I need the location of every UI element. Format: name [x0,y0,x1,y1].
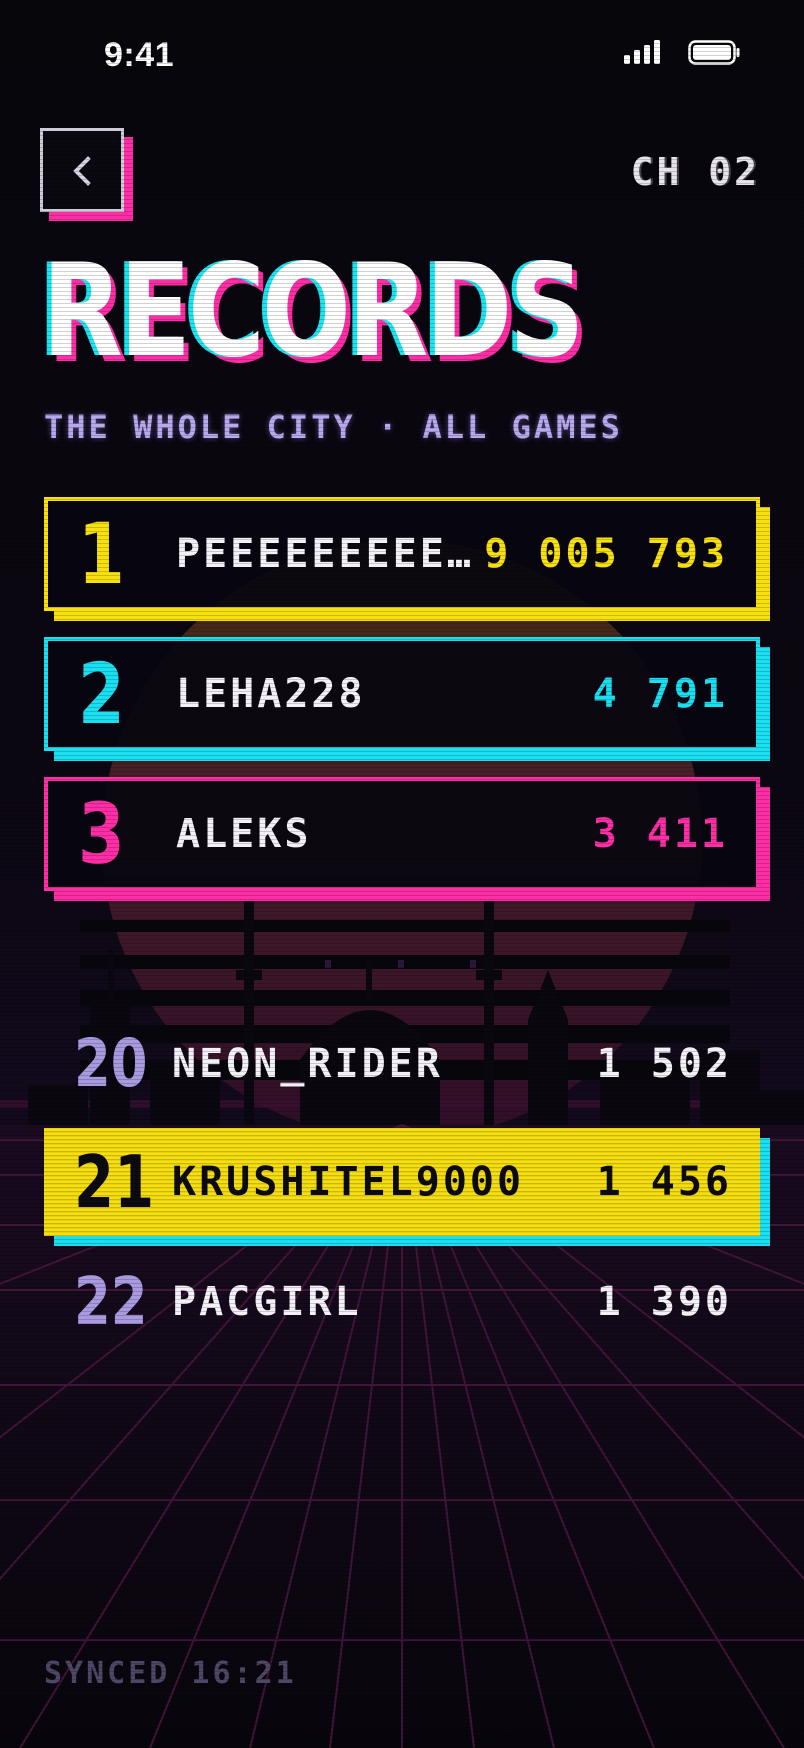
rank-number: 3 [78,785,125,883]
battery-icon [688,40,740,65]
sync-status: SYNCED 16:21 [44,1656,297,1691]
player-name: PEEEEEEEEE… [176,531,474,577]
player-name: LEHA228 [176,671,366,717]
rank-number: 21 [74,1140,155,1224]
rank-number: 22 [74,1263,148,1340]
player-score: 3 411 [592,811,728,857]
player-score: 1 390 [596,1279,732,1325]
player-score: 9 005 793 [484,531,728,577]
leaderboard-row-rank-3[interactable]: 3 ALEKS 3 411 [44,777,760,891]
rank-number: 1 [78,505,125,603]
player-score: 1 456 [596,1159,732,1205]
page-title: RECORDS [42,237,585,386]
leaderboard-row-rank-2[interactable]: 2 LEHA228 4 791 [44,637,760,751]
chevron-left-icon [73,156,91,186]
player-name: ALEKS [176,811,312,857]
player-name: KRUSHITEL9000 [172,1159,525,1205]
leaderboard-row[interactable]: 22 PACGIRL 1 390 [44,1254,760,1350]
cellular-signal-icon [624,40,660,64]
player-name: PACGIRL [172,1279,362,1325]
player-name: NEON_RIDER [172,1041,443,1087]
back-button[interactable] [40,128,124,212]
player-score: 1 502 [596,1041,732,1087]
channel-label: CH 02 [630,150,760,194]
leaderboard-row[interactable]: 20 NEON_RIDER 1 502 [44,1016,760,1112]
status-time: 9:41 [104,36,175,74]
rank-number: 2 [78,645,125,743]
records-screen: 9:41 CH 02 RECORDS THE WHOLE CITY · ALL … [0,0,804,1748]
page-subtitle: THE WHOLE CITY · ALL GAMES [44,408,623,446]
player-score: 4 791 [592,671,728,717]
current-user-row[interactable]: 21 KRUSHITEL9000 1 456 [44,1128,760,1236]
leaderboard-row-rank-1[interactable]: 1 PEEEEEEEEE… 9 005 793 [44,497,760,611]
rank-number: 20 [74,1025,148,1102]
